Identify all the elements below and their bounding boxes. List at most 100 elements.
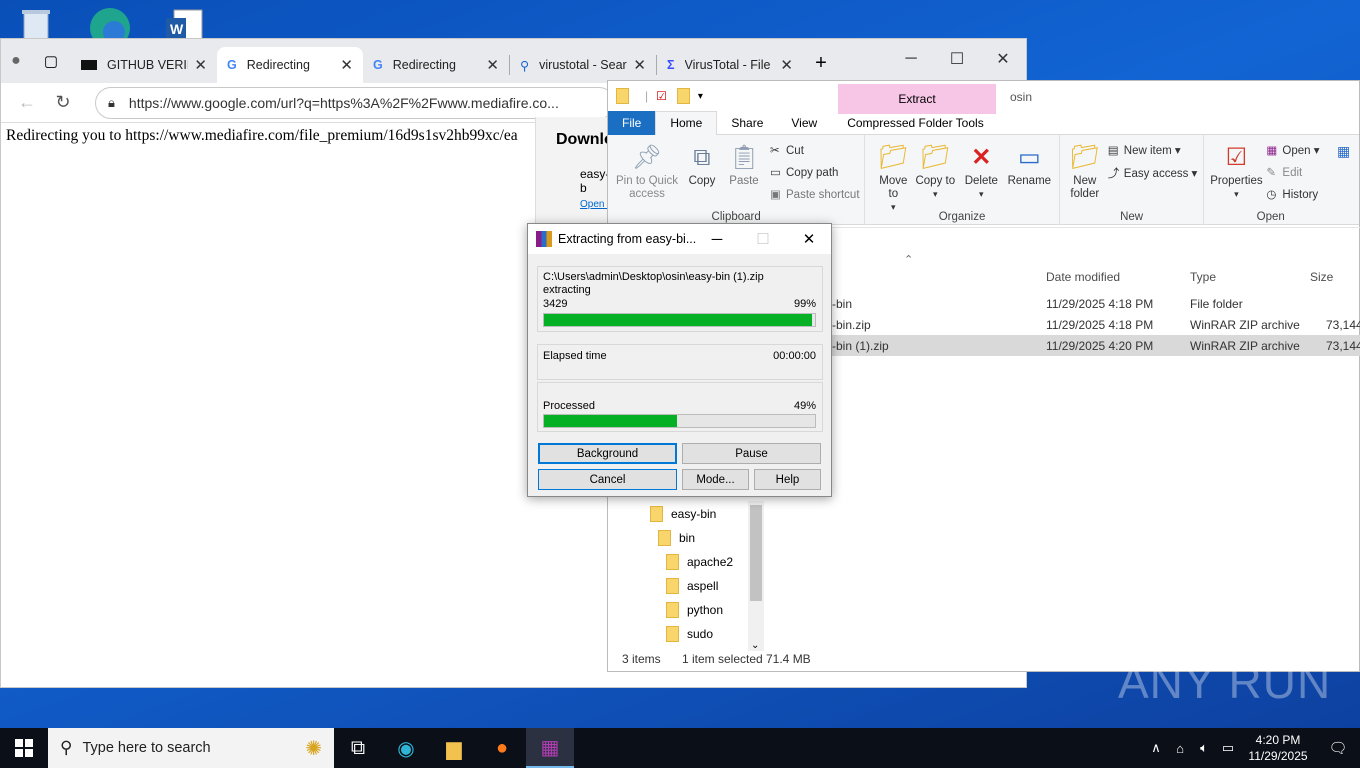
close-tab-icon[interactable]: ✕ (340, 56, 353, 74)
ime-icon[interactable]: ▭ (1216, 740, 1240, 756)
tree-item-easy-bin[interactable]: easy-bin (650, 506, 716, 522)
rename-button[interactable]: ▭ Rename (1005, 141, 1053, 188)
tree-item-apache2[interactable]: apache2 (666, 554, 733, 570)
tab-virustotal-file[interactable]: Σ VirusTotal - File ✕ (657, 47, 803, 83)
file-date: 11/29/2025 4:20 PM (1046, 339, 1154, 353)
edit-icon: ✎ (1266, 167, 1277, 179)
new-item-icon: ▤ (1107, 145, 1119, 157)
pause-button[interactable]: Pause (682, 443, 821, 464)
scrollbar-thumb[interactable] (750, 505, 762, 601)
volume-icon[interactable]: 🔈︎ (1192, 740, 1216, 756)
tree-item-aspell[interactable]: aspell (666, 578, 718, 594)
history-button[interactable]: ◷ History (1266, 187, 1318, 201)
column-date-modified[interactable]: Date modified (1046, 270, 1120, 284)
clock[interactable]: 4:20 PM 11/29/2025 (1240, 732, 1316, 764)
tab-compressed-folder-tools[interactable]: Compressed Folder Tools (831, 111, 998, 135)
delete-x-icon: ✕ (971, 144, 992, 171)
task-view-icon[interactable]: ⧉ (334, 728, 382, 768)
cut-button[interactable]: ✂ Cut (770, 143, 804, 157)
tab-redirecting[interactable]: G Redirecting ✕ (363, 47, 509, 83)
move-to-button[interactable]: 📁︎ Move to ▾ (873, 141, 913, 214)
new-folder-qat-icon[interactable] (676, 88, 690, 104)
dialog-title: Extracting from easy-bi... (558, 232, 697, 246)
file-type: File folder (1190, 297, 1243, 311)
chevron-up-icon[interactable]: ∧ (1144, 740, 1168, 756)
new-tab-icon[interactable]: + (803, 52, 839, 75)
file-explorer-taskbar-icon[interactable]: ▆ (430, 728, 478, 768)
back-icon[interactable]: ← (9, 92, 45, 113)
folder-icon (650, 506, 663, 522)
edit-button[interactable]: ✎ Edit (1266, 165, 1302, 179)
maximize-icon[interactable]: ☐ (934, 39, 980, 79)
processed-box: Processed 49% (537, 382, 823, 432)
copy-button[interactable]: ⧉ Copy (682, 141, 722, 188)
close-icon[interactable]: ✕ (786, 224, 832, 254)
copy-path-button[interactable]: ▭ Copy path (770, 165, 838, 179)
start-button[interactable] (0, 728, 48, 768)
delete-button[interactable]: ✕ Delete ▾ (961, 141, 1001, 201)
tab-view[interactable]: View (777, 111, 831, 135)
edge-taskbar-icon[interactable]: ◉ (382, 728, 430, 768)
tab-virustotal-search[interactable]: ⚲ virustotal - Sear ✕ (510, 47, 656, 83)
elapsed-label: Elapsed time (543, 350, 607, 362)
tab-home[interactable]: Home (655, 110, 718, 135)
close-tab-icon[interactable]: ✕ (194, 56, 207, 74)
winrar-taskbar-icon[interactable]: ▦ (526, 728, 574, 768)
tab-title: Redirecting (392, 58, 456, 72)
processed-percent: 49% (793, 400, 816, 412)
tab-github[interactable]: GITHUB VERIFE ✕ (71, 47, 217, 83)
taskbar-search[interactable]: ⚲ Type here to search ✺ (48, 728, 334, 768)
open-button[interactable]: ▦ Open ▾ (1266, 143, 1319, 157)
tree-item-python[interactable]: python (666, 602, 723, 618)
close-window-icon[interactable]: ✕ (980, 39, 1026, 79)
tree-scrollbar[interactable]: ⌄ (748, 501, 764, 651)
copy-to-button[interactable]: 📁︎ Copy to ▾ (915, 141, 955, 201)
url-field[interactable]: 🔒︎ https://www.google.com/url?q=https%3A… (95, 86, 615, 119)
profile-icon[interactable]: ● (1, 52, 31, 70)
github-favicon-icon (81, 60, 97, 70)
tree-item-bin[interactable]: bin (658, 530, 695, 546)
column-size[interactable]: Size (1310, 270, 1333, 284)
paste-button[interactable]: 📋︎ Paste (724, 141, 764, 188)
cancel-button[interactable]: Cancel (538, 469, 677, 490)
tab-actions-icon[interactable]: ▢ (31, 52, 71, 70)
notifications-icon[interactable]: 🗨︎ (1316, 739, 1360, 757)
group-label: Organize (938, 211, 986, 223)
qat-dropdown-icon[interactable]: ▾ (698, 91, 703, 102)
column-type[interactable]: Type (1190, 270, 1216, 284)
minimize-icon[interactable]: ─ (694, 224, 740, 254)
help-button[interactable]: Help (754, 469, 821, 490)
action-text: extracting (543, 284, 591, 296)
close-tab-icon[interactable]: ✕ (780, 56, 793, 74)
file-progress-box: C:\Users\admin\Desktop\osin\easy-bin (1)… (537, 266, 823, 332)
refresh-icon[interactable]: ↻ (45, 92, 81, 113)
tab-redirecting-active[interactable]: G Redirecting ✕ (217, 47, 363, 83)
network-icon[interactable]: ⌂ (1168, 741, 1192, 756)
folder-icon (658, 530, 671, 546)
file-name: -bin (832, 297, 853, 311)
new-item-button[interactable]: ▤ New item ▾ (1108, 143, 1181, 157)
background-button[interactable]: Background (538, 443, 677, 464)
tab-share[interactable]: Share (717, 111, 777, 135)
paste-shortcut-button[interactable]: ▣ Paste shortcut (770, 187, 860, 201)
firefox-taskbar-icon[interactable]: ● (478, 728, 526, 768)
easy-access-button[interactable]: ⤴ Easy access ▾ (1108, 165, 1198, 181)
google-favicon-icon: G (227, 58, 237, 72)
extract-context-tab[interactable]: Extract (838, 84, 996, 114)
close-tab-icon[interactable]: ✕ (633, 56, 646, 74)
processed-label: Processed (543, 400, 595, 412)
folder-icon (666, 626, 679, 642)
folder-icon (616, 88, 629, 104)
close-tab-icon[interactable]: ✕ (486, 56, 499, 74)
minimize-icon[interactable]: ─ (888, 39, 934, 79)
tab-file[interactable]: File (608, 110, 656, 135)
google-favicon-icon: G (373, 58, 383, 72)
properties-qat-icon[interactable]: ☑ (656, 89, 667, 103)
file-date: 11/29/2025 4:18 PM (1046, 318, 1154, 332)
select-icon[interactable]: ▦ (1337, 135, 1359, 224)
pin-quick-access-button[interactable]: 📌︎ Pin to Quick access (614, 141, 680, 201)
tree-item-sudo[interactable]: sudo (666, 626, 713, 642)
mode-button[interactable]: Mode... (682, 469, 749, 490)
new-folder-button[interactable]: 📁︎ New folder (1064, 141, 1106, 201)
properties-button[interactable]: ☑ Properties ▾ (1208, 141, 1264, 201)
